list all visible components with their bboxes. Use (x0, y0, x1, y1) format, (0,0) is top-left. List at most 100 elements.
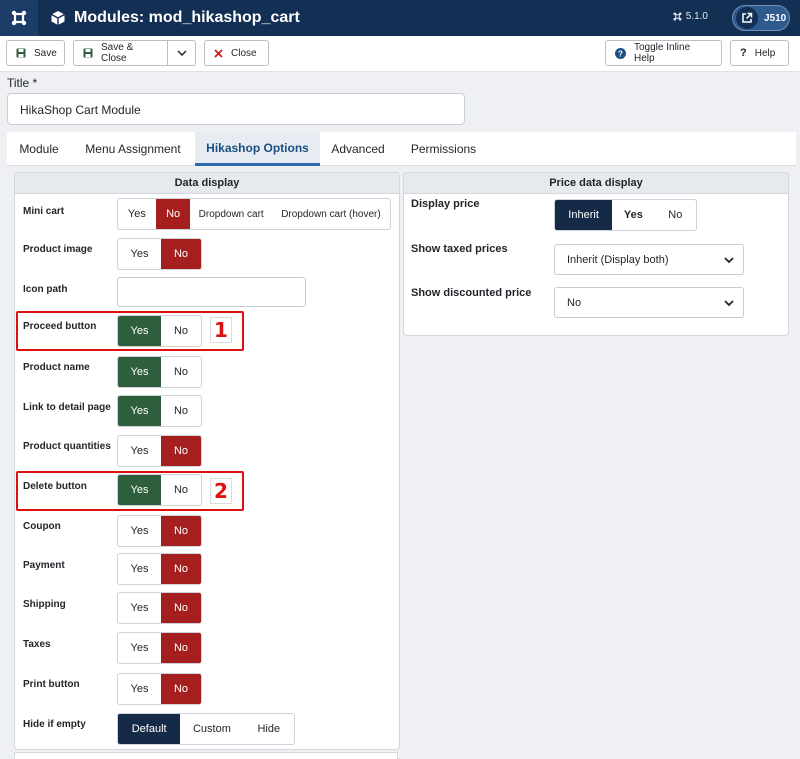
chevron-down-icon (176, 50, 187, 56)
save-close-button[interactable]: Save & Close (73, 40, 168, 66)
payment-yes[interactable]: Yes (118, 554, 161, 584)
icon-path-input[interactable] (117, 277, 306, 307)
display-price-yes[interactable]: Yes (612, 200, 654, 230)
mini-cart-yes[interactable]: Yes (118, 199, 156, 229)
save-dropdown-button[interactable] (167, 40, 196, 66)
coupon-yes[interactable]: Yes (118, 516, 161, 546)
product-quantities-yes[interactable]: Yes (118, 436, 161, 466)
mini-cart-dropdown-hover[interactable]: Dropdown cart (hover) (272, 199, 390, 229)
display-price-label: Display price (411, 198, 480, 210)
print-button-toggle: Yes No (117, 673, 202, 705)
proceed-button-no[interactable]: No (161, 316, 201, 346)
floppy-disk-icon (16, 48, 26, 58)
toolbar: Save Save & Close Close ? Toggle Inline … (0, 36, 800, 72)
product-name-yes[interactable]: Yes (118, 357, 161, 387)
tab-module[interactable]: Module (7, 132, 71, 166)
link-detail-label: Link to detail page (23, 402, 111, 413)
link-detail-no[interactable]: No (161, 396, 201, 426)
payment-label: Payment (23, 560, 65, 571)
delete-button-label: Delete button (23, 481, 87, 492)
product-image-toggle: Yes No (117, 238, 202, 270)
shipping-yes[interactable]: Yes (118, 593, 161, 623)
hide-if-empty-label: Hide if empty (23, 719, 86, 730)
next-panel-edge (14, 752, 398, 759)
question-icon: ? (740, 47, 747, 59)
payment-no[interactable]: No (160, 554, 201, 584)
print-button-yes[interactable]: Yes (118, 674, 161, 704)
price-display-heading: Price data display (404, 173, 788, 194)
coupon-no[interactable]: No (160, 516, 201, 546)
product-quantities-no[interactable]: No (160, 436, 201, 466)
product-name-label: Product name (23, 362, 90, 373)
product-image-label: Product image (23, 244, 93, 255)
proceed-button-toggle: Yes No (117, 315, 202, 347)
coupon-toggle: Yes No (117, 515, 202, 547)
link-detail-yes[interactable]: Yes (118, 396, 161, 426)
product-name-toggle: Yes No (117, 356, 202, 388)
toggle-inline-help-button[interactable]: ? Toggle Inline Help (605, 40, 722, 66)
save-button[interactable]: Save (6, 40, 65, 66)
proceed-button-label: Proceed button (23, 321, 97, 332)
proceed-button-yes[interactable]: Yes (118, 316, 161, 346)
mini-cart-no[interactable]: No (155, 199, 191, 229)
external-link-icon (736, 7, 758, 29)
link-detail-toggle: Yes No (117, 395, 202, 427)
print-button-label: Print button (23, 679, 80, 690)
tab-bar: Module Menu Assignment Hikashop Options … (7, 132, 796, 166)
floppy-disk-icon (83, 48, 93, 58)
taxes-yes[interactable]: Yes (118, 633, 161, 663)
title-label: Title * (7, 76, 38, 90)
coupon-label: Coupon (23, 521, 61, 532)
chevron-down-icon (724, 300, 734, 307)
question-circle-icon: ? (615, 47, 626, 59)
show-taxed-select[interactable]: Inherit (Display both) (554, 244, 744, 275)
display-price-inherit[interactable]: Inherit (555, 200, 613, 230)
annotation-number-2: 2 (210, 478, 232, 504)
tab-hikashop-options[interactable]: Hikashop Options (195, 132, 320, 166)
top-header: Modules: mod_hikashop_cart 5.1.0 J510 (0, 0, 800, 36)
shipping-label: Shipping (23, 599, 66, 610)
joomla-small-icon (673, 12, 682, 21)
chevron-down-icon (724, 257, 734, 264)
taxes-toggle: Yes No (117, 632, 202, 664)
icon-path-label: Icon path (23, 284, 68, 295)
tab-permissions[interactable]: Permissions (396, 132, 491, 166)
svg-text:?: ? (618, 49, 623, 58)
shipping-no[interactable]: No (160, 593, 201, 623)
payment-toggle: Yes No (117, 553, 202, 585)
mini-cart-toggle: Yes No Dropdown cart Dropdown cart (hove… (117, 198, 391, 230)
show-discounted-select[interactable]: No (554, 287, 744, 318)
display-price-no[interactable]: No (655, 200, 696, 230)
product-quantities-toggle: Yes No (117, 435, 202, 467)
show-taxed-label: Show taxed prices (411, 243, 508, 255)
delete-button-yes[interactable]: Yes (118, 475, 161, 505)
annotation-number-1: 1 (210, 317, 232, 343)
help-button[interactable]: ? Help (730, 40, 789, 66)
product-image-yes[interactable]: Yes (118, 239, 161, 269)
product-name-no[interactable]: No (161, 357, 201, 387)
delete-button-no[interactable]: No (161, 475, 201, 505)
data-display-heading: Data display (15, 173, 399, 194)
user-menu-button[interactable]: J510 (732, 5, 790, 31)
version-badge: 5.1.0 (673, 11, 708, 22)
mini-cart-dropdown[interactable]: Dropdown cart (190, 199, 271, 229)
hide-if-empty-default[interactable]: Default (118, 714, 181, 744)
product-quantities-label: Product quantities (23, 441, 111, 452)
close-icon (214, 48, 223, 58)
taxes-no[interactable]: No (160, 633, 201, 663)
display-price-toggle: Inherit Yes No (554, 199, 697, 231)
page-title: Modules: mod_hikashop_cart (50, 9, 300, 27)
joomla-logo-icon[interactable] (0, 0, 38, 36)
taxes-label: Taxes (23, 639, 51, 650)
tab-menu-assignment[interactable]: Menu Assignment (71, 132, 195, 166)
print-button-no[interactable]: No (160, 674, 201, 704)
cube-icon (51, 11, 65, 25)
close-button[interactable]: Close (204, 40, 269, 66)
hide-if-empty-toggle: Default Custom Hide (117, 713, 295, 745)
title-input[interactable]: HikaShop Cart Module (7, 93, 465, 125)
product-image-no[interactable]: No (160, 239, 201, 269)
hide-if-empty-hide[interactable]: Hide (244, 714, 294, 744)
tab-advanced[interactable]: Advanced (320, 132, 396, 166)
hide-if-empty-custom[interactable]: Custom (180, 714, 243, 744)
delete-button-toggle: Yes No (117, 474, 202, 506)
